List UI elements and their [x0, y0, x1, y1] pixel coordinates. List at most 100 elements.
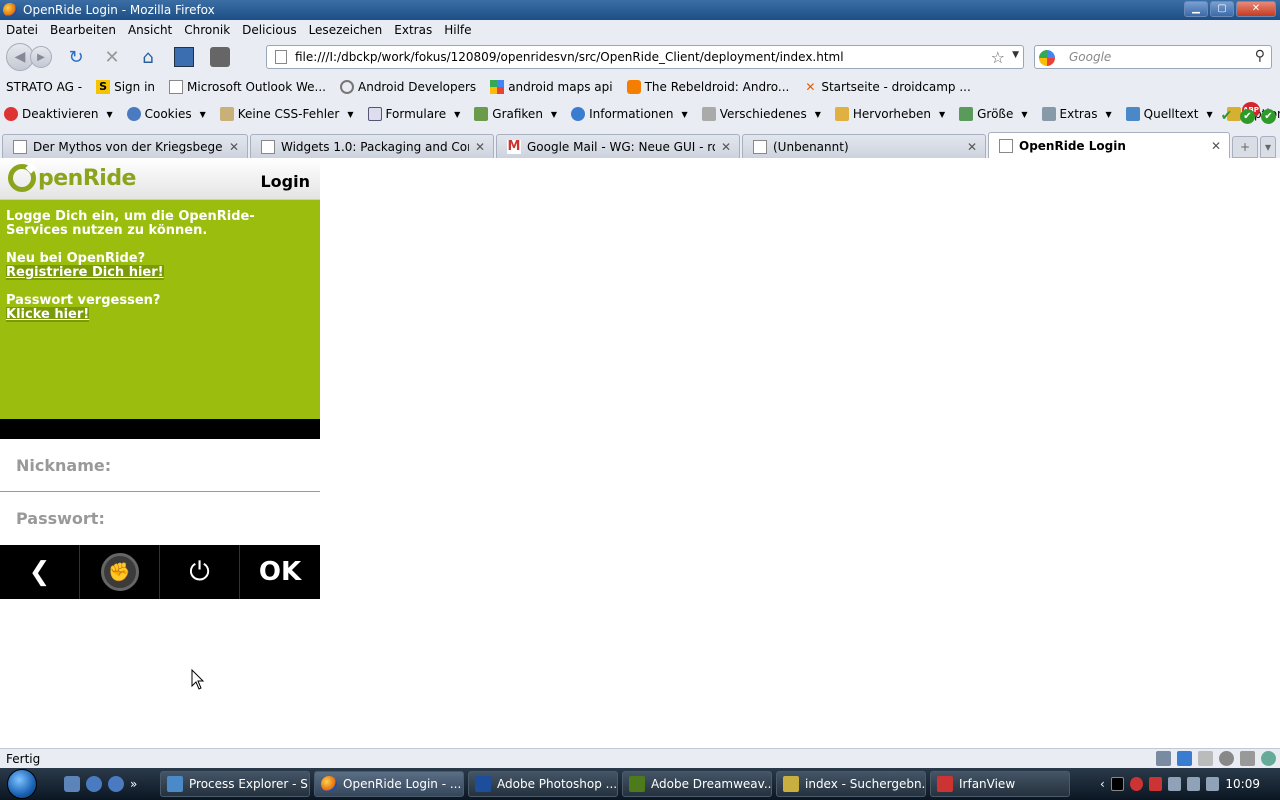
back-nav-button[interactable]: ❮	[0, 545, 80, 599]
photoshop-icon	[475, 776, 491, 792]
tab-widgets[interactable]: Widgets 1.0: Packaging and Config... ✕	[250, 134, 494, 158]
menu-bar: Datei Bearbeiten Ansicht Chronik Delicio…	[0, 20, 1280, 40]
desktop-icon[interactable]	[64, 776, 80, 792]
circle-icon[interactable]	[1219, 751, 1234, 766]
forgot-password-link[interactable]: Klicke hier!	[6, 307, 90, 322]
webdev-groesse[interactable]: Größe ▼	[959, 107, 1028, 121]
addon-icon[interactable]	[1177, 751, 1192, 766]
browser-chrome: Datei Bearbeiten Ansicht Chronik Delicio…	[0, 20, 1280, 158]
quick-launch-more-icon[interactable]: »	[130, 777, 137, 791]
globe-icon[interactable]	[1261, 751, 1276, 766]
close-window-button[interactable]: ✕	[1236, 1, 1276, 17]
menu-chronik[interactable]: Chronik	[184, 23, 230, 37]
webdev-quelltext[interactable]: Quelltext ▼	[1125, 107, 1213, 121]
taskbar-firefox[interactable]: OpenRide Login - ...	[314, 771, 464, 797]
close-tab-icon[interactable]: ✕	[475, 140, 485, 154]
addon-icon[interactable]	[1156, 751, 1171, 766]
stop-icon[interactable]: ✕	[100, 45, 124, 69]
browser-icon[interactable]	[86, 776, 102, 792]
webdev-css[interactable]: Keine CSS-Fehler ▼	[219, 107, 354, 121]
minimize-button[interactable]: ▁	[1184, 1, 1208, 17]
bookmark-strato[interactable]: STRATO AG -	[6, 80, 82, 94]
power-button[interactable]: ⏻	[160, 545, 240, 599]
tray-icon[interactable]	[1110, 777, 1125, 791]
search-icon[interactable]: ⚲	[1255, 48, 1265, 64]
browser-icon[interactable]	[108, 776, 124, 792]
save-page-icon[interactable]	[172, 45, 196, 69]
taskbar-photoshop[interactable]: Adobe Photoshop ...	[468, 771, 618, 797]
dreamweaver-icon	[629, 776, 645, 792]
taskbar-irfanview[interactable]: IrfanView	[930, 771, 1070, 797]
menu-lesezeichen[interactable]: Lesezeichen	[309, 23, 383, 37]
close-tab-icon[interactable]: ✕	[967, 140, 977, 154]
menu-ansicht[interactable]: Ansicht	[128, 23, 172, 37]
close-tab-icon[interactable]: ✕	[229, 140, 239, 154]
url-bar[interactable]: file:///I:/dbckp/work/fokus/120809/openr…	[266, 45, 1024, 69]
status-icons	[1156, 751, 1276, 766]
tray-icon[interactable]	[1130, 777, 1144, 791]
bookmark-outlook[interactable]: Microsoft Outlook We...	[169, 80, 326, 94]
process-explorer-icon	[167, 776, 183, 792]
menu-datei[interactable]: Datei	[6, 23, 38, 37]
gear-icon[interactable]	[1240, 751, 1255, 766]
nickname-label: Nickname:	[16, 455, 112, 475]
maximize-button[interactable]: ▢	[1210, 1, 1234, 17]
url-dropdown-icon[interactable]: ▼	[1012, 50, 1019, 60]
webdev-grafiken[interactable]: Grafiken ▼	[474, 107, 557, 121]
tray-icon[interactable]	[1168, 777, 1182, 791]
bookmark-android-developers[interactable]: Android Developers	[340, 80, 476, 94]
page-title: Login	[260, 172, 310, 191]
bookmark-sign-in[interactable]: S Sign in	[96, 80, 155, 94]
close-tab-icon[interactable]: ✕	[1211, 139, 1221, 153]
webdev-cookies[interactable]: Cookies ▼	[126, 107, 206, 121]
webdev-informationen[interactable]: Informationen ▼	[571, 107, 688, 121]
ok-button[interactable]: OK	[240, 545, 320, 599]
webdev-hervorheben[interactable]: Hervorheben ▼	[834, 107, 945, 121]
tray-expand-icon[interactable]: ‹	[1100, 777, 1105, 791]
new-tab-button[interactable]: +	[1232, 136, 1258, 158]
tab-mythos[interactable]: Der Mythos von der Kriegsbegeiste... ✕	[2, 134, 248, 158]
page-icon	[169, 80, 184, 94]
tray-icon[interactable]	[1149, 777, 1163, 791]
network-icon[interactable]	[1187, 777, 1201, 791]
search-input[interactable]: Google	[1069, 50, 1111, 64]
webdev-verschiedenes[interactable]: Verschiedenes ▼	[701, 107, 821, 121]
search-bar[interactable]: Google ⚲	[1034, 45, 1272, 69]
menu-extras[interactable]: Extras	[394, 23, 432, 37]
source-icon	[1125, 107, 1140, 121]
home-icon[interactable]: ⌂	[136, 45, 160, 69]
resize-icon	[959, 107, 974, 121]
close-tab-icon[interactable]: ✕	[721, 140, 731, 154]
taskbar-process-explorer[interactable]: Process Explorer - S...	[160, 771, 310, 797]
page-icon	[753, 139, 767, 154]
webdev-extras[interactable]: Extras ▼	[1041, 107, 1112, 121]
password-field[interactable]: Passwort:	[0, 492, 320, 545]
menu-delicious[interactable]: Delicious	[242, 23, 296, 37]
forward-button[interactable]: ▶	[30, 46, 52, 68]
bookmark-android-maps[interactable]: android maps api	[490, 80, 613, 94]
mouse-cursor-icon	[191, 669, 205, 690]
nickname-field[interactable]: Nickname:	[0, 439, 320, 492]
skype-icon: S	[96, 80, 111, 94]
register-link[interactable]: Registriere Dich hier!	[6, 265, 164, 280]
reload-icon[interactable]: ↻	[64, 45, 88, 69]
thumb-button[interactable]: ✊	[80, 545, 160, 599]
mail-icon[interactable]	[1198, 751, 1213, 766]
webdev-deaktivieren[interactable]: Deaktivieren ▼	[4, 107, 113, 121]
google-icon[interactable]	[1039, 50, 1055, 66]
bookmark-star-icon[interactable]: ☆	[991, 48, 1005, 67]
tag-icon[interactable]	[208, 45, 232, 69]
menu-bearbeiten[interactable]: Bearbeiten	[50, 23, 116, 37]
tab-list-button[interactable]: ▾	[1260, 136, 1276, 158]
start-button[interactable]	[0, 768, 44, 800]
menu-hilfe[interactable]: Hilfe	[444, 23, 471, 37]
webdev-formulare[interactable]: Formulare ▼	[367, 107, 460, 121]
bookmark-droidcamp[interactable]: ✕ Startseite - droidcamp ...	[803, 80, 970, 94]
taskbar-search-results[interactable]: index - Suchergebn...	[776, 771, 926, 797]
tab-openride-login[interactable]: OpenRide Login ✕	[988, 132, 1230, 158]
tab-unbenannt[interactable]: (Unbenannt) ✕	[742, 134, 986, 158]
taskbar-dreamweaver[interactable]: Adobe Dreamweav...	[622, 771, 772, 797]
tab-gmail[interactable]: M Google Mail - WG: Neue GUI - rob... ✕	[496, 134, 740, 158]
volume-icon[interactable]	[1206, 777, 1220, 791]
bookmark-rebeldroid[interactable]: The Rebeldroid: Andro...	[626, 80, 789, 94]
